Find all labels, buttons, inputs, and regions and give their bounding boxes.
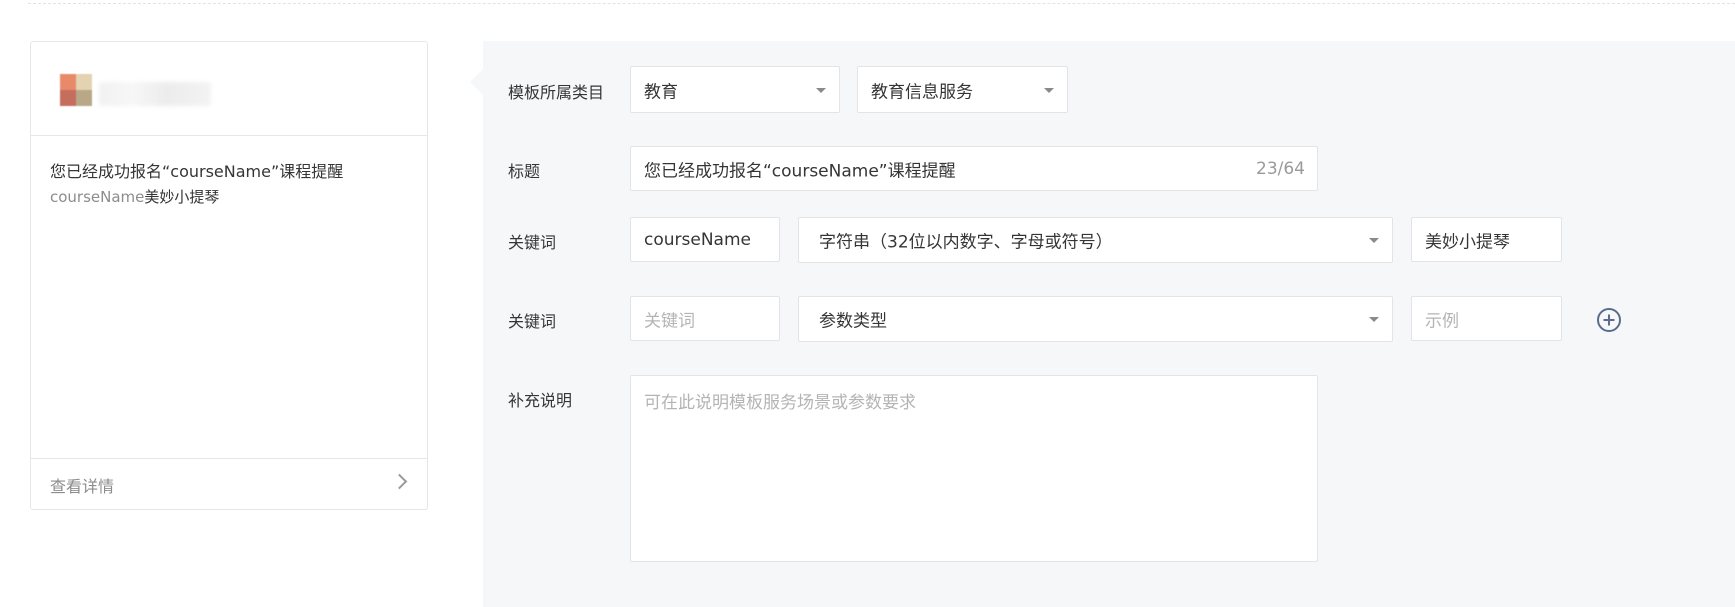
preview-body: courseName美妙小提琴 [50,186,219,207]
keyword-example-placeholder: 示例 [1425,311,1459,331]
category-primary-value: 教育 [644,82,678,102]
notes-placeholder: 可在此说明模板服务场景或参数要求 [644,393,916,413]
top-divider [28,3,1735,4]
keyword-label: 关键词 [508,233,557,252]
view-details-link[interactable]: 查看详情 [31,458,427,509]
account-avatar [60,74,92,106]
title-label: 标题 [508,162,541,181]
notes-textarea[interactable]: 可在此说明模板服务场景或参数要求 [630,375,1318,562]
keyword-name-value: courseName [644,229,751,250]
preview-title: 您已经成功报名“courseName”课程提醒 [50,162,344,181]
avatar-pixel [76,74,92,90]
category-primary-select[interactable]: 教育 [630,66,840,113]
keyword-name-input[interactable]: courseName [630,217,780,262]
keyword-type-select[interactable]: 字符串（32位以内数字、字母或符号） [798,217,1393,263]
avatar-pixel [76,90,92,106]
avatar-pixel [60,90,76,106]
keyword-name-placeholder: 关键词 [644,311,695,331]
category-secondary-select[interactable]: 教育信息服务 [857,66,1068,113]
preview-body-value: 美妙小提琴 [144,188,220,206]
title-value: 您已经成功报名“courseName”课程提醒 [644,161,956,181]
notes-label: 补充说明 [508,391,573,410]
keyword-name-input[interactable]: 关键词 [630,296,780,341]
keyword-type-value: 字符串（32位以内数字、字母或符号） [819,232,1113,253]
card-header [31,42,427,136]
keyword-example-value: 美妙小提琴 [1425,232,1510,252]
caret-down-icon [1369,238,1379,243]
category-label: 模板所属类目 [508,83,605,102]
keyword-type-value: 参数类型 [819,311,887,332]
template-preview-card: 您已经成功报名“courseName”课程提醒 courseName美妙小提琴 … [30,41,428,510]
caret-down-icon [1044,87,1054,93]
keyword-example-input[interactable]: 美妙小提琴 [1411,217,1562,262]
caret-down-icon [816,87,826,93]
title-char-counter: 23/64 [1256,158,1305,179]
category-secondary-value: 教育信息服务 [871,82,973,102]
add-keyword-icon[interactable] [1597,308,1621,332]
view-details-label: 查看详情 [50,477,115,496]
account-name-blurred [99,82,211,106]
avatar-pixel [60,74,76,90]
chevron-right-icon [391,473,408,490]
title-input[interactable]: 您已经成功报名“courseName”课程提醒 23/64 [630,146,1318,191]
keyword-label: 关键词 [508,312,557,331]
panel-pointer [470,68,484,96]
keyword-type-select[interactable]: 参数类型 [798,296,1393,342]
keyword-example-input[interactable]: 示例 [1411,296,1562,341]
caret-down-icon [1369,317,1379,322]
preview-body-keyword: courseName [50,188,145,206]
